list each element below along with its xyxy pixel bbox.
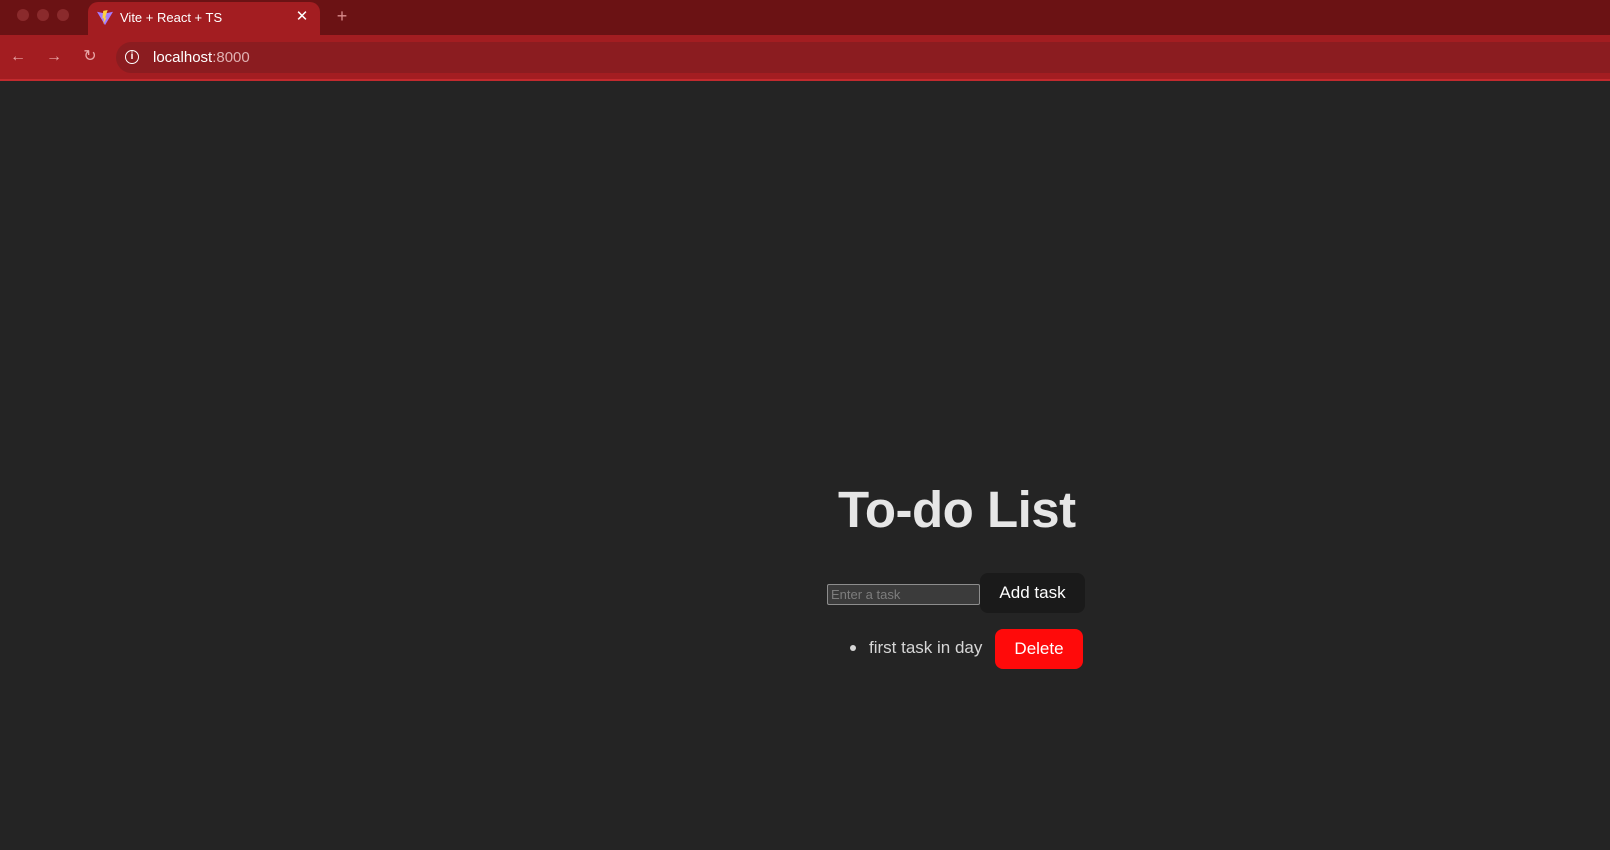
url-host: localhost	[153, 49, 213, 66]
add-task-button[interactable]: Add task	[980, 573, 1085, 613]
task-text: first task in day	[869, 638, 983, 657]
close-icon[interactable]: ✕	[293, 8, 311, 26]
task-input[interactable]	[827, 584, 980, 605]
address-bar[interactable]: i localhost:8000	[116, 42, 1610, 73]
forward-arrow-icon[interactable]: →	[43, 46, 65, 68]
tab-title: Vite + React + TS	[120, 10, 223, 25]
delete-button[interactable]: Delete	[995, 629, 1083, 669]
browser-tab[interactable]: Vite + React + TS ✕	[88, 2, 320, 35]
window-maximize-control[interactable]	[57, 9, 69, 21]
window-close-control[interactable]	[17, 9, 29, 21]
page-title: To-do List	[838, 481, 1076, 538]
page-content: To-do List Add task first task in day De…	[0, 82, 1610, 850]
url-port: :8000	[212, 49, 250, 66]
reload-icon[interactable]: ↻	[79, 46, 101, 68]
browser-titlebar: Vite + React + TS ✕ +	[0, 0, 1610, 35]
back-arrow-icon[interactable]: ←	[7, 46, 29, 68]
info-icon[interactable]: i	[125, 50, 139, 64]
plus-icon[interactable]: +	[331, 5, 353, 27]
bullet-icon	[850, 645, 856, 651]
vite-logo-icon	[97, 10, 113, 26]
window-minimize-control[interactable]	[37, 9, 49, 21]
url-text: localhost:8000	[153, 49, 250, 66]
browser-toolbar: ← → ↻ i localhost:8000	[0, 35, 1610, 81]
